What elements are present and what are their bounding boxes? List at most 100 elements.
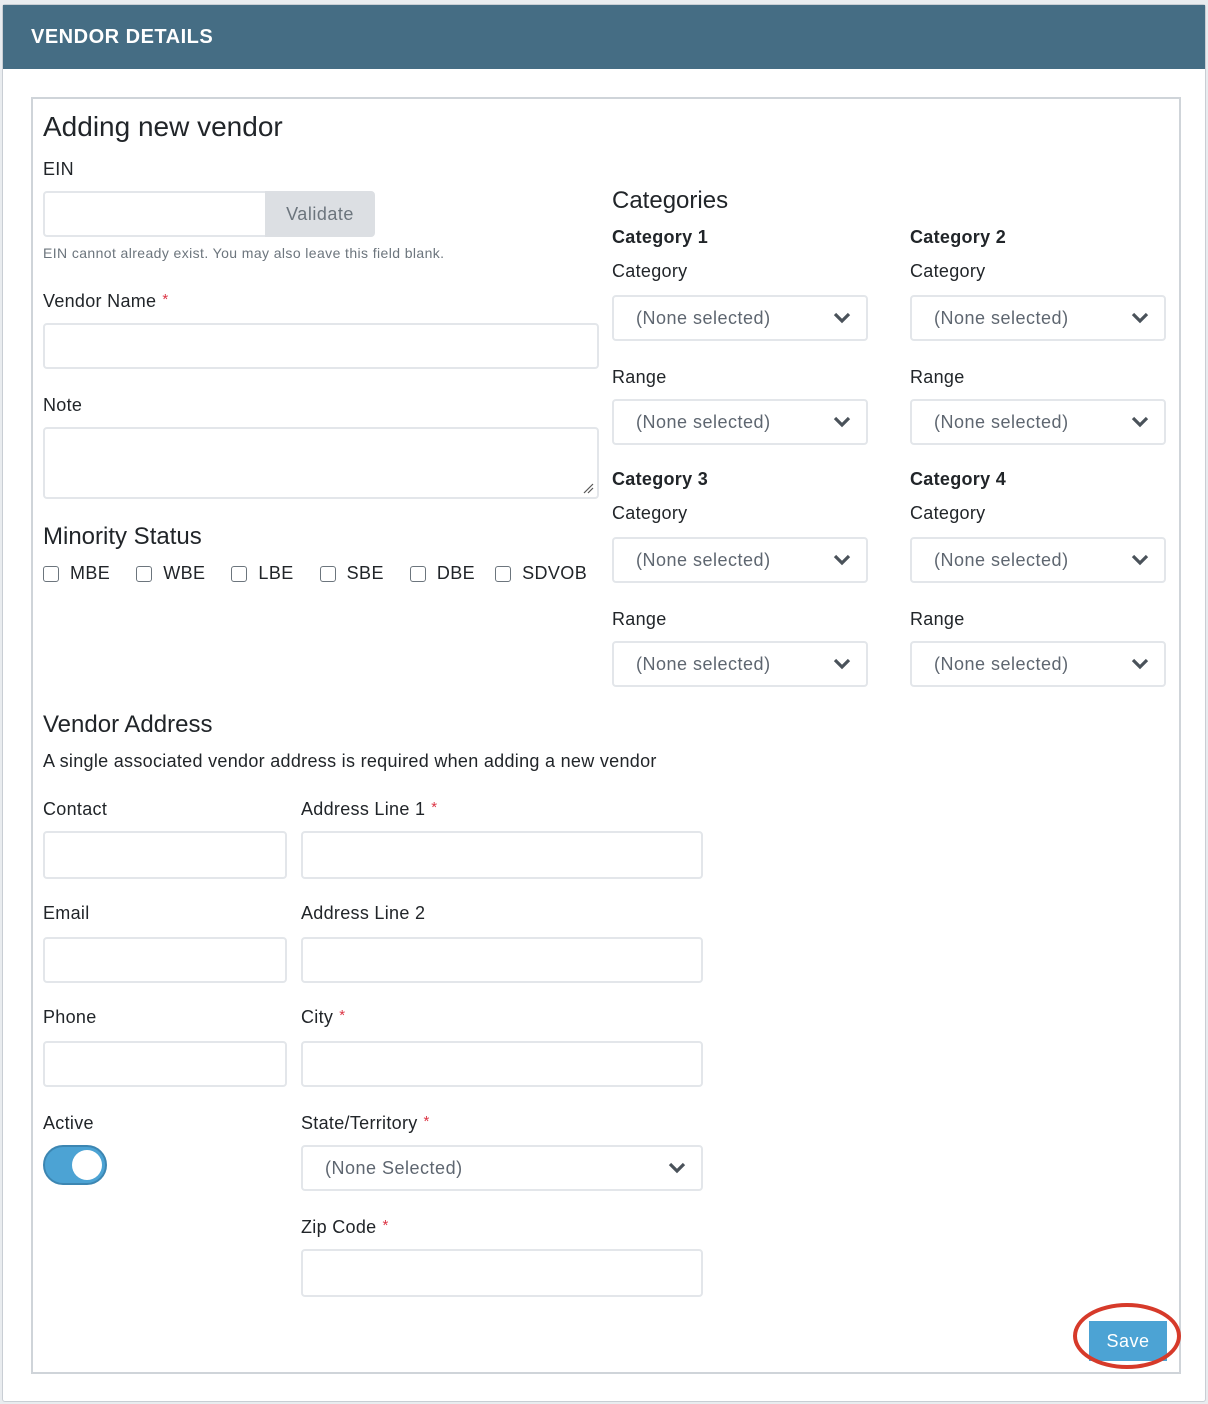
category-3-title: Category 3 [612,469,709,489]
required-mark: * [162,291,169,308]
ein-help-text: EIN cannot already exist. You may also l… [43,245,445,261]
category-3-range-label: Range [612,609,667,629]
select-value: (None selected) [934,411,1069,432]
contact-label: Contact [43,799,108,819]
chevron-down-icon [833,416,851,428]
checkbox-sbe[interactable]: SBE [319,563,384,584]
label-text: Zip Code [301,1217,377,1237]
address-line-1-input[interactable] [301,831,703,879]
zip-input[interactable] [301,1249,703,1297]
required-mark: * [382,1217,389,1234]
select-value: (None selected) [934,307,1069,328]
ein-label: EIN [43,159,74,179]
select-value: (None selected) [934,549,1069,570]
select-value: (None selected) [636,411,771,432]
checkbox-box[interactable] [136,565,153,582]
label-text: City [301,1007,334,1027]
category-2-category-label: Category [910,261,986,281]
checkbox-box[interactable] [231,565,248,582]
contact-input[interactable] [43,831,287,879]
category-2-range-label: Range [910,367,965,387]
category-1-category-label: Category [612,261,688,281]
vendor-name-input[interactable] [43,323,599,369]
category-2-category-select[interactable]: (None selected) [910,295,1166,341]
category-1-title: Category 1 [612,227,709,247]
phone-input[interactable] [43,1041,287,1087]
note-textarea[interactable] [43,427,599,499]
checkbox-sdvob[interactable]: SDVOB [495,563,587,584]
category-2-title: Category 2 [910,227,1007,247]
checkbox-label: MBE [70,563,111,583]
checkbox-label: SBE [346,563,384,583]
select-value: (None selected) [636,549,771,570]
categories-title: Categories [612,187,729,214]
checkbox-lbe[interactable]: LBE [231,563,293,584]
select-value: (None selected) [934,653,1069,674]
address-line-2-label: Address Line 2 [301,903,426,923]
select-value: (None selected) [636,653,771,674]
minority-status-checkboxes: MBE WBE LBE SBE DBE SDVOB [43,563,587,584]
email-input[interactable] [43,937,287,983]
chevron-down-icon [1131,312,1149,324]
category-1-range-label: Range [612,367,667,387]
select-value: (None Selected) [325,1157,463,1178]
checkbox-box[interactable] [319,565,336,582]
checkbox-wbe[interactable]: WBE [136,563,205,584]
city-label: City * [301,1007,345,1028]
checkbox-box[interactable] [409,565,426,582]
minority-status-title: Minority Status [43,523,202,550]
label-text: Address Line 1 [301,799,426,819]
address-line-1-label: Address Line 1 * [301,799,437,820]
category-1-range-select[interactable]: (None selected) [612,399,868,445]
active-toggle[interactable] [43,1145,107,1185]
chevron-down-icon [1131,416,1149,428]
validate-button[interactable]: Validate [265,191,375,237]
checkbox-label: DBE [436,563,476,583]
category-4-title: Category 4 [910,469,1007,489]
category-3-category-label: Category [612,503,688,523]
checkbox-label: LBE [258,563,294,583]
resize-grip-icon[interactable] [582,482,594,494]
vendor-name-label: Vendor Name * [43,291,169,312]
select-value: (None selected) [636,307,771,328]
checkbox-dbe[interactable]: DBE [409,563,476,584]
chevron-down-icon [1131,658,1149,670]
city-input[interactable] [301,1041,703,1087]
active-label: Active [43,1113,94,1133]
note-label: Note [43,395,83,415]
phone-label: Phone [43,1007,97,1027]
checkbox-mbe[interactable]: MBE [43,563,110,584]
checkbox-box[interactable] [43,565,59,582]
checkbox-label: WBE [163,563,206,583]
vendor-name-label-text: Vendor Name [43,291,157,311]
ein-input[interactable] [43,191,267,237]
category-1-category-select[interactable]: (None selected) [612,295,868,341]
required-mark: * [431,799,438,816]
vendor-form-card: Adding new vendor EIN Validate EIN canno… [31,97,1181,1374]
category-4-range-select[interactable]: (None selected) [910,641,1166,687]
category-3-range-select[interactable]: (None selected) [612,641,868,687]
category-4-range-label: Range [910,609,965,629]
checkbox-box[interactable] [495,565,512,582]
checkbox-label: SDVOB [522,563,588,583]
category-2-range-select[interactable]: (None selected) [910,399,1166,445]
chevron-down-icon [833,658,851,670]
chevron-down-icon [1131,554,1149,566]
toggle-knob [72,1150,102,1180]
annotation-highlight-ring [1073,1303,1181,1369]
chevron-down-icon [833,554,851,566]
state-label: State/Territory * [301,1113,430,1134]
category-4-category-label: Category [910,503,986,523]
panel-header: VENDOR DETAILS [3,5,1205,69]
vendor-address-title: Vendor Address [43,711,213,738]
address-line-2-input[interactable] [301,937,703,983]
email-label: Email [43,903,90,923]
category-4-category-select[interactable]: (None selected) [910,537,1166,583]
required-mark: * [423,1113,430,1130]
state-select[interactable]: (None Selected) [301,1145,703,1191]
chevron-down-icon [833,312,851,324]
zip-label: Zip Code * [301,1217,389,1238]
vendor-address-description: A single associated vendor address is re… [43,751,657,771]
label-text: State/Territory [301,1113,418,1133]
category-3-category-select[interactable]: (None selected) [612,537,868,583]
